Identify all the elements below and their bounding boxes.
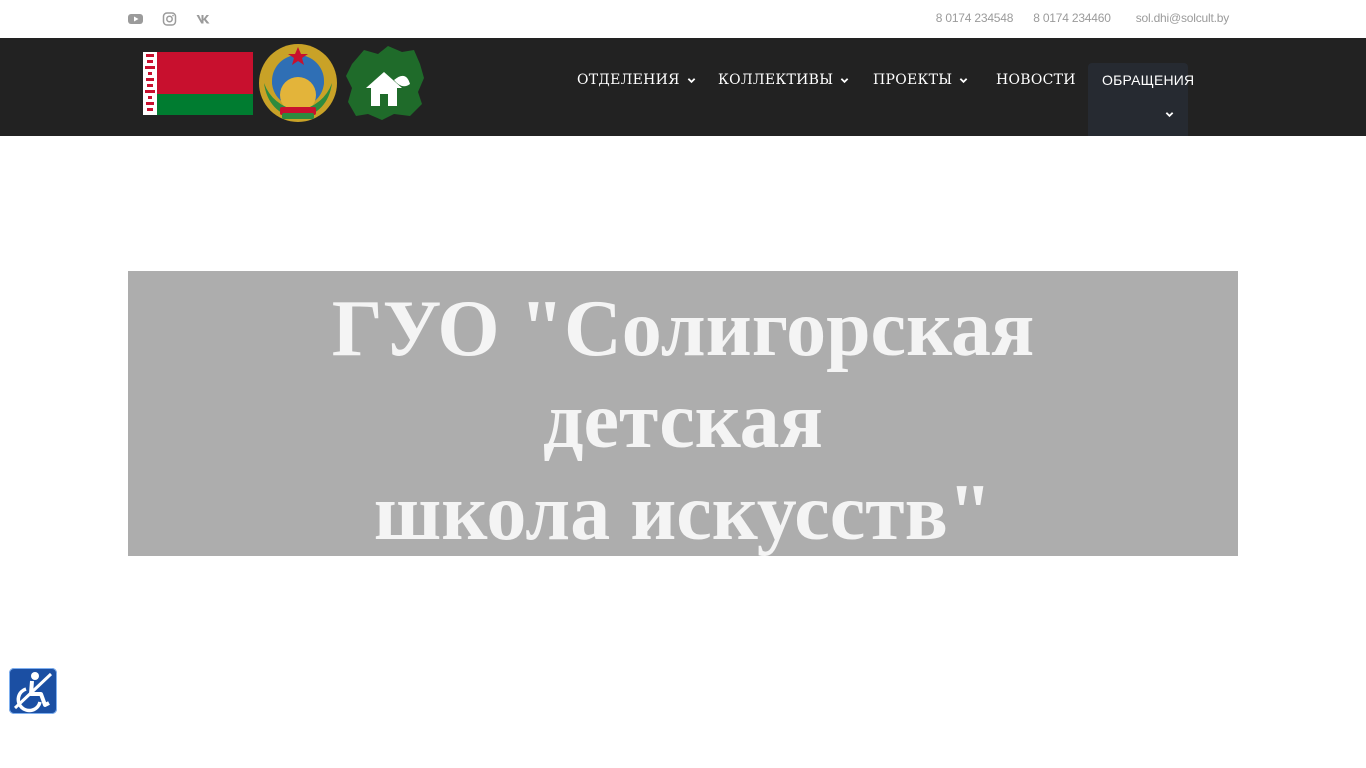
hero-title-line-1: ГУО "Солигорская (331, 285, 1035, 373)
social-links (127, 10, 229, 28)
chevron-down-icon (687, 77, 696, 83)
vk-icon[interactable] (195, 10, 213, 28)
chevron-down-icon (960, 77, 968, 83)
youtube-icon[interactable] (127, 10, 145, 28)
main-menu: ОТДЕЛЕНИЯ КОЛЛЕКТИВЫ ПРОЕКТЫ НОВОСТИ ОБР… (0, 38, 1366, 136)
phone-number-1[interactable]: 8 0174 234548 (936, 11, 1014, 25)
nav-item-label: ОТДЕЛЕНИЯ (577, 72, 680, 88)
nav-item-label: НОВОСТИ (996, 72, 1076, 88)
hero-title-line-3: школа искусств" (373, 469, 993, 556)
nav-item-novosti[interactable]: НОВОСТИ (996, 72, 1076, 88)
phone-number-2[interactable]: 8 0174 234460 (1033, 11, 1111, 25)
nav-item-kollektivy[interactable]: КОЛЛЕКТИВЫ (718, 72, 849, 88)
nav-item-label: КОЛЛЕКТИВЫ (718, 72, 834, 88)
chevron-down-icon[interactable] (1165, 110, 1174, 119)
instagram-icon[interactable] (161, 10, 179, 28)
hero-title: ГУО "Солигорская детская школа искусств" (128, 283, 1238, 556)
nav-item-proekty[interactable]: ПРОЕКТЫ (873, 72, 968, 88)
wheelchair-icon (13, 672, 53, 713)
accessibility-button[interactable] (9, 668, 57, 714)
chevron-down-icon (841, 77, 849, 83)
email-link[interactable]: sol.dhi@solcult.by (1136, 11, 1229, 25)
nav-item-label: ПРОЕКТЫ (873, 72, 953, 88)
main-navbar: ОТДЕЛЕНИЯ КОЛЛЕКТИВЫ ПРОЕКТЫ НОВОСТИ ОБР… (0, 38, 1366, 136)
nav-item-otdeleniya[interactable]: ОТДЕЛЕНИЯ (577, 72, 696, 88)
top-bar: 8 0174 234548 8 0174 234460 sol.dhi@solc… (0, 0, 1366, 38)
contacts: 8 0174 234548 8 0174 234460 sol.dhi@solc… (936, 11, 1229, 25)
hero-banner: ГУО "Солигорская детская школа искусств" (128, 271, 1238, 556)
hero-title-line-2: детская (543, 377, 823, 465)
nav-item-label[interactable]: ОБРАЩЕНИЯ (1102, 72, 1194, 88)
